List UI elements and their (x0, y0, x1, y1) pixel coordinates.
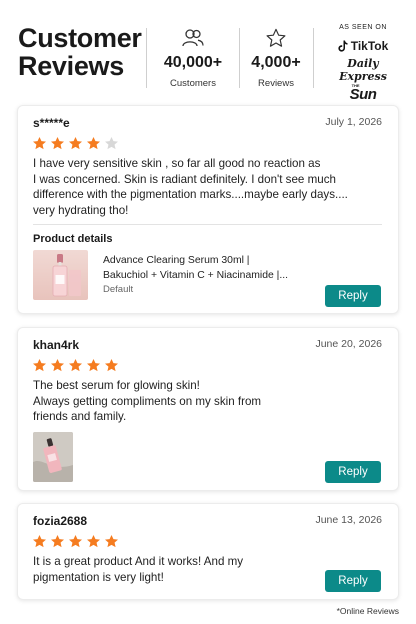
star-filled-icon (87, 534, 100, 548)
serum-bottle-image (33, 432, 73, 482)
star-filled-icon (33, 358, 46, 372)
review-date: July 1, 2026 (325, 116, 382, 128)
reply-button[interactable]: Reply (325, 461, 381, 483)
customers-label: Customers (170, 78, 216, 89)
star-rating (32, 358, 119, 373)
review-text-line: I was concerned. Skin is radiant definit… (33, 172, 336, 186)
review-card: fozia2688 June 13, 2026 It is a great pr… (17, 503, 399, 600)
reply-button[interactable]: Reply (325, 570, 381, 592)
star-filled-icon (51, 136, 64, 150)
product-thumbnail[interactable] (33, 250, 88, 300)
users-icon (182, 29, 204, 47)
header-divider (146, 28, 147, 88)
daily-express-logo: Daily Express (339, 57, 387, 83)
star-rating (32, 534, 119, 549)
header-divider (239, 28, 240, 88)
star-filled-icon (87, 358, 100, 372)
review-date: June 20, 2026 (315, 338, 382, 350)
the-sun-text: Sun (349, 86, 377, 103)
as-seen-on-label: AS SEEN ON (339, 24, 387, 31)
tiktok-text: TikTok (350, 39, 389, 53)
review-text-line: It is a great product And it works! And … (33, 555, 244, 568)
title-line-1: Customer (18, 23, 142, 53)
review-text-line: friends and family. (33, 410, 127, 424)
star-outline-icon (266, 28, 286, 47)
product-details-title: Product details (33, 233, 113, 245)
the-sun-logo: THE Sun (349, 83, 377, 103)
reviewer-name: fozia2688 (33, 514, 88, 528)
reviews-count: 4,000+ (251, 54, 301, 71)
reviews-stat: 4,000+ Reviews (244, 28, 308, 89)
star-filled-icon (105, 358, 118, 372)
review-text-line: very hydrating tho! (33, 203, 129, 217)
product-name-line: Bakuchiol + Vitamin C + Niacinamide |... (103, 270, 289, 281)
product-name-line: Advance Clearing Serum 30ml | (103, 255, 250, 266)
star-filled-icon (87, 136, 100, 150)
title-line-2: Reviews (18, 51, 124, 81)
product-name[interactable]: Advance Clearing Serum 30ml | Bakuchiol … (103, 253, 313, 283)
star-filled-icon (69, 358, 82, 372)
review-card: khan4rk June 20, 2026 The best serum for… (17, 327, 399, 491)
reviews-header: Customer Reviews 40,000+ Customers 4,000… (0, 0, 416, 103)
customers-count: 40,000+ (163, 54, 223, 71)
review-photo[interactable] (33, 432, 73, 482)
customers-stat: 40,000+ Customers (156, 28, 230, 89)
review-text: I have very sensitive skin , so far all … (33, 156, 388, 218)
review-card: s*****e July 1, 2026 I have very sensiti… (17, 105, 399, 314)
review-text-line: The best serum for glowing skin! (33, 379, 200, 392)
footnote: *Online Reviews (336, 606, 399, 616)
star-rating (32, 136, 119, 151)
star-empty-icon (105, 136, 118, 150)
review-text-line: I have very sensitive skin , so far all … (33, 157, 321, 170)
review-text-line: Always getting compliments on my skin fr… (33, 394, 262, 408)
reviewer-name: s*****e (33, 116, 70, 130)
as-seen-on: AS SEEN ON TikTok Daily Express THE Sun (322, 24, 404, 104)
reply-button[interactable]: Reply (325, 285, 381, 307)
reviewer-name: khan4rk (33, 338, 80, 352)
tiktok-logo: TikTok (322, 39, 404, 53)
star-filled-icon (51, 358, 64, 372)
product-variant: Default (103, 284, 134, 295)
star-filled-icon (33, 534, 46, 548)
star-filled-icon (105, 534, 118, 548)
reviews-label: Reviews (258, 78, 294, 89)
star-filled-icon (69, 136, 82, 150)
review-text: The best serum for glowing skin! Always … (33, 378, 388, 425)
divider (33, 224, 382, 225)
tiktok-icon (338, 40, 348, 52)
review-date: June 13, 2026 (315, 514, 382, 526)
star-filled-icon (33, 136, 46, 150)
the-sun-prefix: THE (351, 83, 360, 88)
review-text-line: difference with the pigmentation marks..… (33, 188, 348, 202)
serum-bottle-image (52, 254, 81, 297)
header-divider (313, 28, 314, 88)
star-filled-icon (51, 534, 64, 548)
page-title: Customer Reviews (18, 24, 142, 80)
star-filled-icon (69, 534, 82, 548)
